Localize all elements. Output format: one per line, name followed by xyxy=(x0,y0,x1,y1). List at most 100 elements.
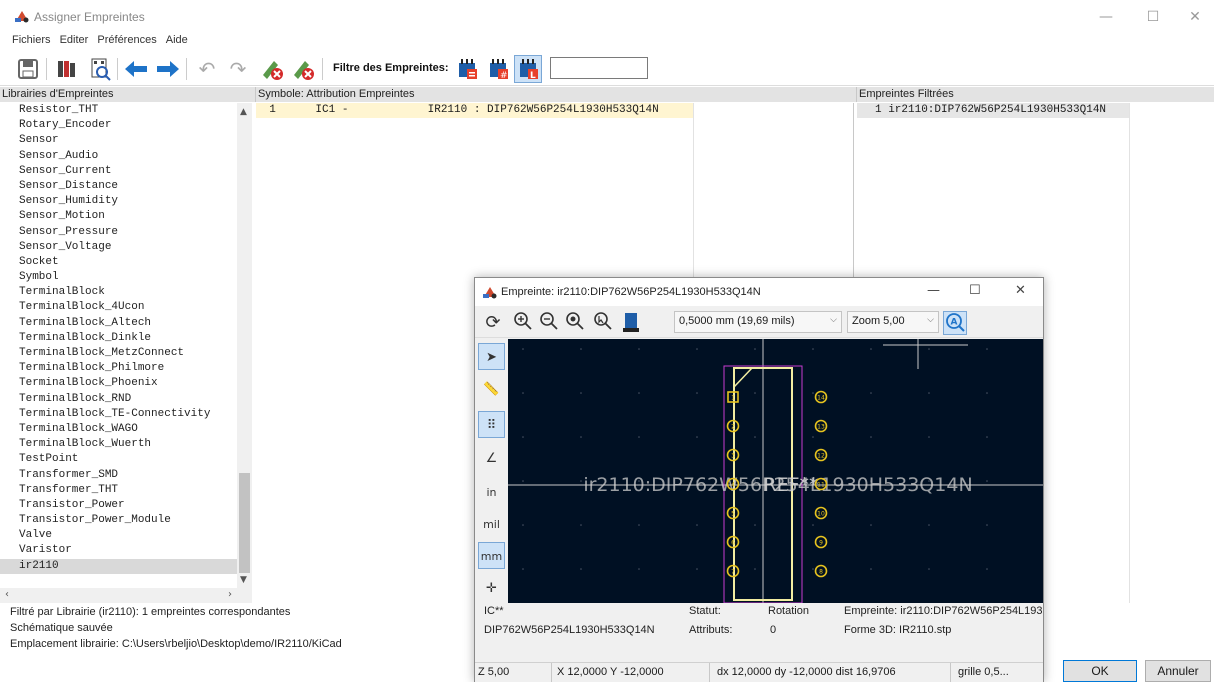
zoom-auto-icon[interactable]: A xyxy=(943,311,967,335)
filter-input[interactable] xyxy=(550,57,648,79)
svg-text:L: L xyxy=(530,71,536,81)
redo-icon[interactable]: ↷ xyxy=(224,55,252,83)
list-item[interactable]: Transformer_SMD xyxy=(0,468,251,483)
viewer-statusbar: Z 5,00 X 12,0000 Y -12,0000 dx 12,0000 d… xyxy=(475,662,1043,682)
table-row[interactable]: 1 IC1 - IR2110 : DIP762W56P254L1930H533Q… xyxy=(256,103,694,118)
menu-bar: Fichiers Editer Préférences Aide xyxy=(0,34,1214,50)
zoom-in-icon[interactable] xyxy=(511,311,535,335)
viewer-app-icon xyxy=(483,287,497,299)
rotation-label: Rotation xyxy=(768,605,809,617)
zoom-selection-icon[interactable] xyxy=(591,311,615,335)
pad-number: 12 xyxy=(817,453,825,460)
footprint-viewer-icon[interactable] xyxy=(86,55,114,83)
arrow-right-icon[interactable] xyxy=(154,55,182,83)
filter-keywords-icon[interactable] xyxy=(453,55,481,83)
measure-icon[interactable]: 📏 xyxy=(478,376,505,403)
viewer-maximize-button[interactable]: ☐ xyxy=(969,283,981,298)
list-item[interactable]: TerminalBlock_Philmore xyxy=(0,361,251,376)
viewer-toolbar: ⟳ 0,5000 mm (19,69 mils) ⌵ Zoom 5,00 ⌵ A xyxy=(475,306,1043,338)
arrow-left-icon[interactable] xyxy=(122,55,150,83)
list-item[interactable]: Transformer_THT xyxy=(0,483,251,498)
units-mils-icon[interactable]: mil xyxy=(478,511,505,538)
footprint-canvas[interactable]: ir2110:DIP762W56P254L1930H533Q14N REF** … xyxy=(508,339,1043,603)
scrollbar-thumb[interactable] xyxy=(239,473,250,573)
list-item[interactable]: Sensor_Audio xyxy=(0,149,251,164)
list-item[interactable]: TerminalBlock xyxy=(0,285,251,300)
library-browser-icon[interactable] xyxy=(53,55,81,83)
list-item[interactable]: Resistor_THT xyxy=(0,103,251,118)
pad-number: 13 xyxy=(817,424,825,431)
save-icon[interactable] xyxy=(14,55,42,83)
list-item[interactable]: TestPoint xyxy=(0,452,251,467)
list-item[interactable]: Rotary_Encoder xyxy=(0,118,251,133)
pad-number: 1 xyxy=(731,395,735,402)
list-item[interactable]: Sensor_Motion xyxy=(0,209,251,224)
units-inch-icon[interactable]: in xyxy=(478,479,505,506)
scroll-left-icon[interactable]: ‹ xyxy=(5,589,9,600)
library-horizontal-scrollbar[interactable]: ‹ › xyxy=(0,588,252,603)
list-item[interactable]: Varistor xyxy=(0,543,251,558)
close-button[interactable]: ✕ xyxy=(1172,4,1214,30)
delete-assignment-icon[interactable] xyxy=(258,55,286,83)
library-list[interactable]: Resistor_THT Rotary_Encoder Sensor Senso… xyxy=(0,103,252,588)
minimize-button[interactable]: — xyxy=(1083,4,1129,30)
menu-editer[interactable]: Editer xyxy=(60,34,89,46)
filter-pincount-icon[interactable]: # xyxy=(484,55,512,83)
list-item[interactable]: Sensor_Distance xyxy=(0,179,251,194)
scroll-down-icon[interactable]: ▼ xyxy=(240,575,247,585)
grid-dots-icon[interactable]: ⠿ xyxy=(478,411,505,438)
list-item[interactable]: Transistor_Power xyxy=(0,498,251,513)
filter-library-icon[interactable]: L xyxy=(514,55,542,83)
delete-all-assignments-icon[interactable] xyxy=(289,55,317,83)
polar-coords-icon[interactable]: ∠ xyxy=(478,445,505,472)
units-mm-icon[interactable]: mm xyxy=(478,542,505,569)
list-item[interactable]: Sensor_Current xyxy=(0,164,251,179)
list-item-selected[interactable]: ir2110 xyxy=(0,558,251,574)
ok-button[interactable]: OK xyxy=(1063,660,1137,682)
list-item[interactable]: TerminalBlock_Phoenix xyxy=(0,376,251,391)
pad-number: 8 xyxy=(819,569,823,576)
list-item[interactable]: Sensor_Voltage xyxy=(0,240,251,255)
list-item[interactable]: Socket xyxy=(0,255,251,270)
list-item[interactable]: Sensor_Pressure xyxy=(0,225,251,240)
menu-aide[interactable]: Aide xyxy=(166,34,188,46)
maximize-button[interactable]: ☐ xyxy=(1130,4,1176,30)
list-item[interactable]: Sensor_Humidity xyxy=(0,194,251,209)
pad-number: 9 xyxy=(819,540,823,547)
list-item[interactable]: Valve xyxy=(0,528,251,543)
cursor-shape-icon[interactable]: ✛ xyxy=(478,575,505,602)
footprint-name-text: DIP762W56P254L1930H533Q14N xyxy=(484,624,655,636)
grid-select[interactable]: 0,5000 mm (19,69 mils) ⌵ xyxy=(674,311,842,333)
cancel-button[interactable]: Annuler xyxy=(1145,660,1211,682)
list-item[interactable]: TerminalBlock_TE-Connectivity xyxy=(0,407,251,422)
redraw-icon[interactable]: ⟳ xyxy=(481,311,505,335)
pad-number: 2 xyxy=(731,424,735,431)
list-item[interactable]: Symbol xyxy=(0,270,251,285)
viewer-minimize-button[interactable]: — xyxy=(927,283,940,298)
list-item[interactable]: TerminalBlock_WAGO xyxy=(0,422,251,437)
list-item[interactable]: TerminalBlock_RND xyxy=(0,392,251,407)
3d-viewer-icon[interactable] xyxy=(619,311,643,335)
zoom-fit-icon[interactable] xyxy=(563,311,587,335)
scroll-up-icon[interactable]: ▲ xyxy=(240,107,247,117)
pad-number: 11 xyxy=(817,482,825,489)
scroll-right-icon[interactable]: › xyxy=(228,589,232,600)
list-item[interactable]: TerminalBlock_Wuerth xyxy=(0,437,251,452)
svg-text:A: A xyxy=(951,318,958,328)
viewer-close-button[interactable]: ✕ xyxy=(1015,283,1026,298)
list-item[interactable]: Sensor xyxy=(0,133,251,148)
list-item[interactable]: 1 ir2110:DIP762W56P254L1930H533Q14N xyxy=(857,103,1129,118)
zoom-select[interactable]: Zoom 5,00 ⌵ xyxy=(847,311,939,333)
list-item[interactable]: TerminalBlock_MetzConnect xyxy=(0,346,251,361)
menu-fichiers[interactable]: Fichiers xyxy=(12,34,51,46)
list-item[interactable]: TerminalBlock_Altech xyxy=(0,316,251,331)
list-item[interactable]: TerminalBlock_Dinkle xyxy=(0,331,251,346)
zoom-out-icon[interactable] xyxy=(537,311,561,335)
undo-icon[interactable]: ↶ xyxy=(193,55,221,83)
grid-select-value: 0,5000 mm (19,69 mils) xyxy=(679,315,795,327)
library-vertical-scrollbar[interactable]: ▲ ▼ xyxy=(237,103,252,588)
menu-preferences[interactable]: Préférences xyxy=(97,34,156,46)
select-arrow-icon[interactable]: ➤ xyxy=(478,343,505,370)
list-item[interactable]: TerminalBlock_4Ucon xyxy=(0,300,251,315)
list-item[interactable]: Transistor_Power_Module xyxy=(0,513,251,528)
